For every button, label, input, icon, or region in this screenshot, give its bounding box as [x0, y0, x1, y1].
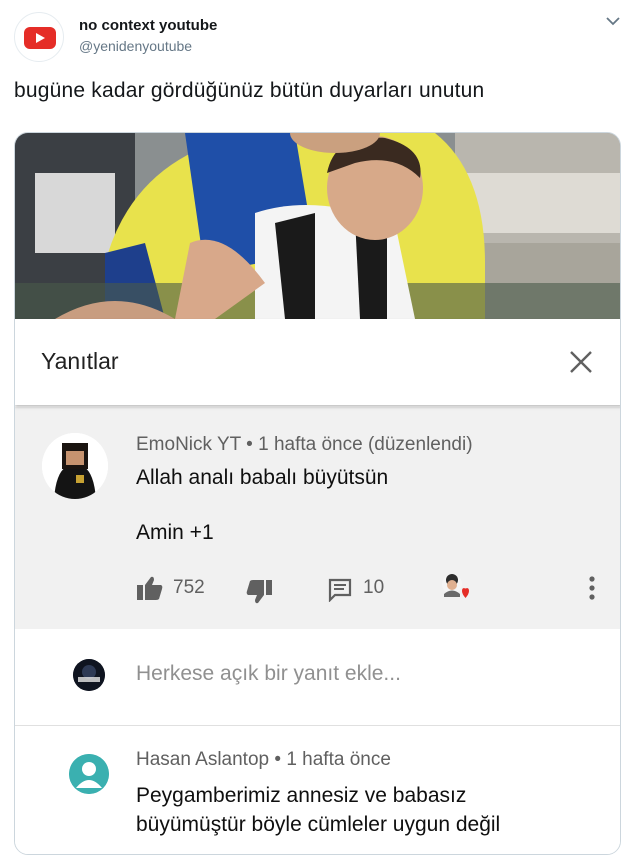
more-vert-icon[interactable]: [585, 574, 599, 602]
reply-meta: Hasan Aslantop • 1 hafta önce: [136, 749, 391, 771]
reply-count[interactable]: 10: [363, 577, 384, 599]
commenter-avatar[interactable]: [42, 433, 108, 499]
tweet-media[interactable]: Yanıtlar EmoNick YT • 1 hafta önce (düze…: [14, 132, 621, 855]
youtube-logo-icon: [24, 27, 56, 49]
video-frame-photo: [15, 133, 620, 319]
meta-separator: •: [274, 749, 287, 770]
replies-panel: Yanıtlar EmoNick YT • 1 hafta önce (düze…: [15, 319, 620, 854]
add-reply-input[interactable]: [136, 662, 576, 686]
reply-text-line1: Peygamberimiz annesiz ve babasız: [136, 784, 467, 807]
comment-time[interactable]: 1 hafta önce (düzenlendi): [258, 434, 472, 455]
chevron-down-icon[interactable]: [604, 14, 622, 28]
author-handle[interactable]: @yenidenyoutube: [79, 38, 192, 54]
comment-author[interactable]: EmoNick YT: [136, 434, 241, 455]
close-icon[interactable]: [568, 349, 594, 375]
tweet-text: bugüne kadar gördüğünüz bütün duyarları …: [14, 79, 485, 102]
like-count: 752: [173, 577, 205, 598]
creator-heart-icon: [442, 574, 469, 598]
highlighted-comment: EmoNick YT • 1 hafta önce (düzenlendi) A…: [15, 407, 620, 629]
author-name[interactable]: no context youtube: [79, 17, 217, 34]
reply-text: Peygamberimiz annesiz ve babasız büyümüş…: [136, 781, 596, 839]
author-avatar[interactable]: [14, 12, 64, 62]
comment-meta: EmoNick YT • 1 hafta önce (düzenlendi): [136, 434, 473, 456]
dislike-icon[interactable]: [245, 579, 273, 605]
comment-text-line1: Allah analı babalı büyütsün: [136, 466, 389, 489]
comment-text-line2: Amin +1: [136, 521, 214, 544]
add-reply-row: [15, 629, 620, 726]
meta-separator: •: [246, 434, 259, 455]
replies-header: Yanıtlar: [15, 319, 620, 405]
comment-icon[interactable]: [328, 578, 352, 602]
user-avatar[interactable]: [73, 659, 105, 691]
reply-text-line2: büyümüştür böyle cümleler uygun değil: [136, 813, 501, 836]
replies-title: Yanıtlar: [41, 348, 119, 374]
reply-author[interactable]: Hasan Aslantop: [136, 749, 269, 770]
reply-author-avatar[interactable]: [69, 754, 109, 794]
like-icon[interactable]: [136, 575, 164, 601]
reply-time[interactable]: 1 hafta önce: [286, 749, 391, 770]
